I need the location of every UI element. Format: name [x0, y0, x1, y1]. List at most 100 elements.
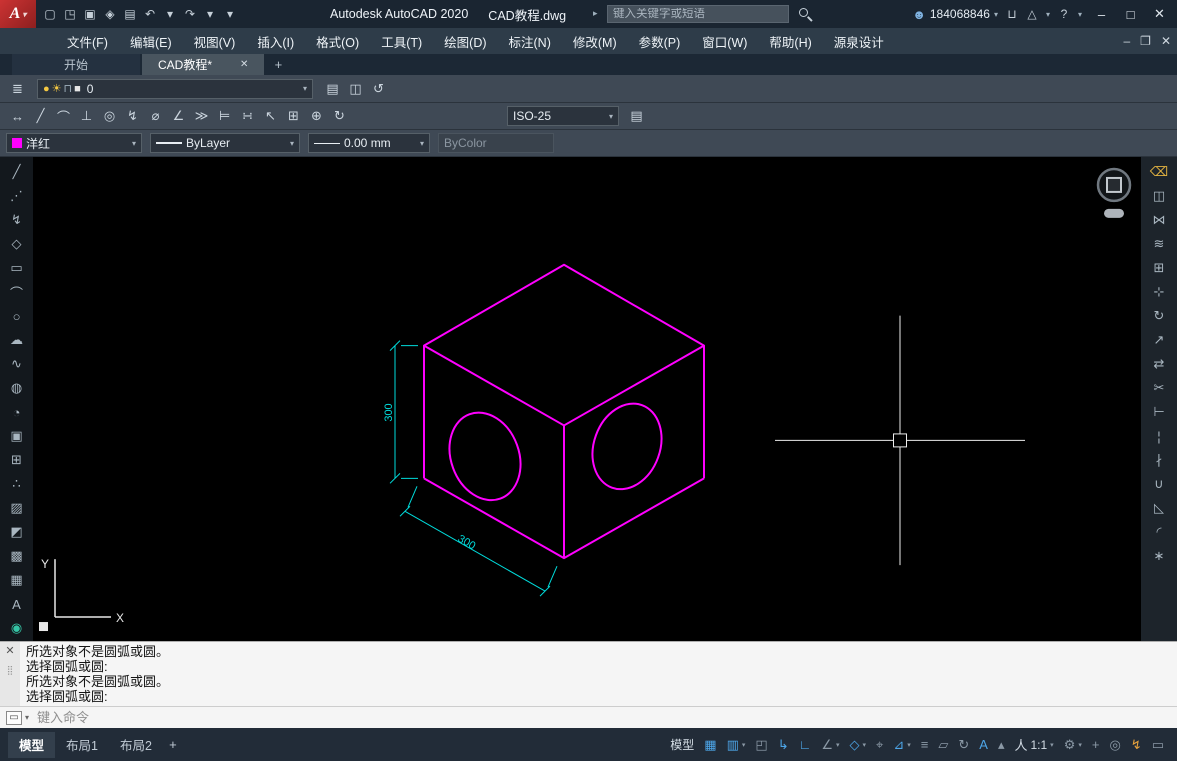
- model-paper-toggle[interactable]: 模型: [665, 733, 699, 757]
- autodesk-apps-icon[interactable]: △: [1022, 2, 1042, 26]
- lineweight-icon[interactable]: ≡: [916, 733, 934, 757]
- scale-tool-icon[interactable]: ↗: [1146, 328, 1172, 352]
- construction-line-tool-icon[interactable]: ⋰: [4, 184, 30, 208]
- dim-ordinate-icon[interactable]: ⊥: [75, 105, 98, 127]
- search-expand-icon[interactable]: ▸: [593, 8, 598, 19]
- app-store-icon[interactable]: ⊔: [1002, 2, 1022, 26]
- annotation-scale-button[interactable]: 人 1:1 ▾: [1009, 733, 1058, 757]
- dim-diameter-icon[interactable]: ⌀: [144, 105, 167, 127]
- annotation-visibility-icon[interactable]: A: [974, 733, 993, 757]
- command-close-icon[interactable]: ✕: [5, 644, 14, 657]
- plot-icon[interactable]: ▤: [120, 2, 140, 26]
- region-tool-icon[interactable]: ▩: [4, 544, 30, 568]
- annotation-monitor-icon[interactable]: +: [1087, 733, 1105, 757]
- menu-item[interactable]: 绘图(D): [433, 28, 497, 54]
- explode-tool-icon[interactable]: ∗: [1146, 544, 1172, 568]
- dim-update-icon[interactable]: ↻: [328, 105, 351, 127]
- undo-caret-icon[interactable]: ▾: [160, 2, 180, 26]
- redo-caret-icon[interactable]: ▾: [200, 2, 220, 26]
- hatch-tool-icon[interactable]: ▨: [4, 496, 30, 520]
- menu-item[interactable]: 参数(P): [628, 28, 692, 54]
- menu-item[interactable]: 格式(O): [305, 28, 370, 54]
- open-drawing-icon[interactable]: ◳: [60, 2, 80, 26]
- dim-radius-icon[interactable]: ◎: [98, 105, 121, 127]
- circle-tool-icon[interactable]: ○: [4, 304, 30, 328]
- lineweight-caret-icon[interactable]: ▾: [420, 139, 424, 148]
- navigation-wheel[interactable]: [1096, 167, 1132, 218]
- line-tool-icon[interactable]: ╱: [4, 160, 30, 184]
- menu-item[interactable]: 帮助(H): [758, 28, 822, 54]
- dim-aligned-icon[interactable]: ╱: [29, 105, 52, 127]
- qat-customize-icon[interactable]: ▾: [220, 2, 240, 26]
- ortho-mode-icon[interactable]: ∟: [794, 733, 817, 757]
- gradient-tool-icon[interactable]: ◩: [4, 520, 30, 544]
- drawing-canvas[interactable]: 300 300 Y X: [33, 157, 1141, 641]
- chamfer-tool-icon[interactable]: ◺: [1146, 496, 1172, 520]
- move-tool-icon[interactable]: ⊹: [1146, 280, 1172, 304]
- search-input[interactable]: [613, 8, 783, 20]
- polar-tracking-icon[interactable]: ∠ ▾: [816, 733, 844, 757]
- menu-item[interactable]: 编辑(E): [119, 28, 183, 54]
- quick-leader-icon[interactable]: ↖: [259, 105, 282, 127]
- extend-tool-icon[interactable]: ⊢: [1146, 400, 1172, 424]
- layout-tab[interactable]: 布局2: [109, 732, 163, 758]
- username[interactable]: 184068846: [930, 7, 990, 21]
- isometric-drafting-icon[interactable]: ◇ ▾: [845, 733, 872, 757]
- minimize-button[interactable]: –: [1088, 0, 1115, 28]
- rotate-tool-icon[interactable]: ↻: [1146, 304, 1172, 328]
- center-mark-icon[interactable]: ⊕: [305, 105, 328, 127]
- ellipse-tool-icon[interactable]: ◍: [4, 376, 30, 400]
- insert-block-tool-icon[interactable]: ▣: [4, 424, 30, 448]
- trim-tool-icon[interactable]: ✂: [1146, 376, 1172, 400]
- maximize-button[interactable]: □: [1117, 0, 1144, 28]
- graphics-performance-icon[interactable]: ↯: [1126, 733, 1147, 757]
- layer-previous-icon[interactable]: ↺: [367, 78, 390, 100]
- break-tool-icon[interactable]: ∤: [1146, 448, 1172, 472]
- stretch-tool-icon[interactable]: ⇄: [1146, 352, 1172, 376]
- color-caret-icon[interactable]: ▾: [132, 139, 136, 148]
- command-grip-icon[interactable]: ⣿: [7, 665, 14, 676]
- point-style-tool-icon[interactable]: ◉: [4, 616, 30, 640]
- doc-restore-button[interactable]: ❐: [1140, 34, 1151, 48]
- offset-tool-icon[interactable]: ≋: [1146, 232, 1172, 256]
- array-tool-icon[interactable]: ⊞: [1146, 256, 1172, 280]
- copy-tool-icon[interactable]: ◫: [1146, 184, 1172, 208]
- polygon-tool-icon[interactable]: ◇: [4, 232, 30, 256]
- linetype-dropdown[interactable]: ByLayer ▾: [150, 133, 300, 153]
- search-box[interactable]: [607, 5, 789, 23]
- tab-start[interactable]: 开始: [12, 54, 140, 75]
- layer-properties-icon[interactable]: ▤: [321, 78, 344, 100]
- doc-close-button[interactable]: ✕: [1161, 34, 1171, 48]
- dim-arc-length-icon[interactable]: ⌒: [52, 105, 75, 127]
- menu-item[interactable]: 文件(F): [56, 28, 119, 54]
- redo-icon[interactable]: ↷: [180, 2, 200, 26]
- layer-dropdown-caret-icon[interactable]: ▾: [303, 84, 307, 93]
- command-input[interactable]: [37, 710, 1171, 725]
- join-tool-icon[interactable]: ∪: [1146, 472, 1172, 496]
- new-layout-button[interactable]: +: [163, 737, 183, 752]
- make-block-tool-icon[interactable]: ⊞: [4, 448, 30, 472]
- tab-close-icon[interactable]: ✕: [240, 59, 248, 70]
- workspace-switching-icon[interactable]: ⚙ ▾: [1059, 733, 1087, 757]
- save-icon[interactable]: ▣: [80, 2, 100, 26]
- doc-minimize-button[interactable]: –: [1123, 34, 1130, 48]
- menu-item[interactable]: 标注(N): [498, 28, 562, 54]
- mirror-tool-icon[interactable]: ⋈: [1146, 208, 1172, 232]
- point-tool-icon[interactable]: ∴: [4, 472, 30, 496]
- polyline-tool-icon[interactable]: ↯: [4, 208, 30, 232]
- layer-match-icon[interactable]: ◫: [344, 78, 367, 100]
- menu-item[interactable]: 视图(V): [183, 28, 247, 54]
- dim-continue-icon[interactable]: ∺: [236, 105, 259, 127]
- dim-jogged-icon[interactable]: ↯: [121, 105, 144, 127]
- isolate-objects-icon[interactable]: ◎: [1104, 733, 1125, 757]
- menu-item[interactable]: 插入(I): [246, 28, 305, 54]
- arc-tool-icon[interactable]: ⌒: [4, 280, 30, 304]
- rectangle-tool-icon[interactable]: ▭: [4, 256, 30, 280]
- new-tab-button[interactable]: +: [266, 54, 290, 75]
- isometric-cube[interactable]: [423, 263, 705, 560]
- menu-item[interactable]: 修改(M): [562, 28, 628, 54]
- save-as-icon[interactable]: ◈: [100, 2, 120, 26]
- linetype-caret-icon[interactable]: ▾: [290, 139, 294, 148]
- break-at-point-tool-icon[interactable]: ¦: [1146, 424, 1172, 448]
- close-button[interactable]: ✕: [1146, 0, 1173, 28]
